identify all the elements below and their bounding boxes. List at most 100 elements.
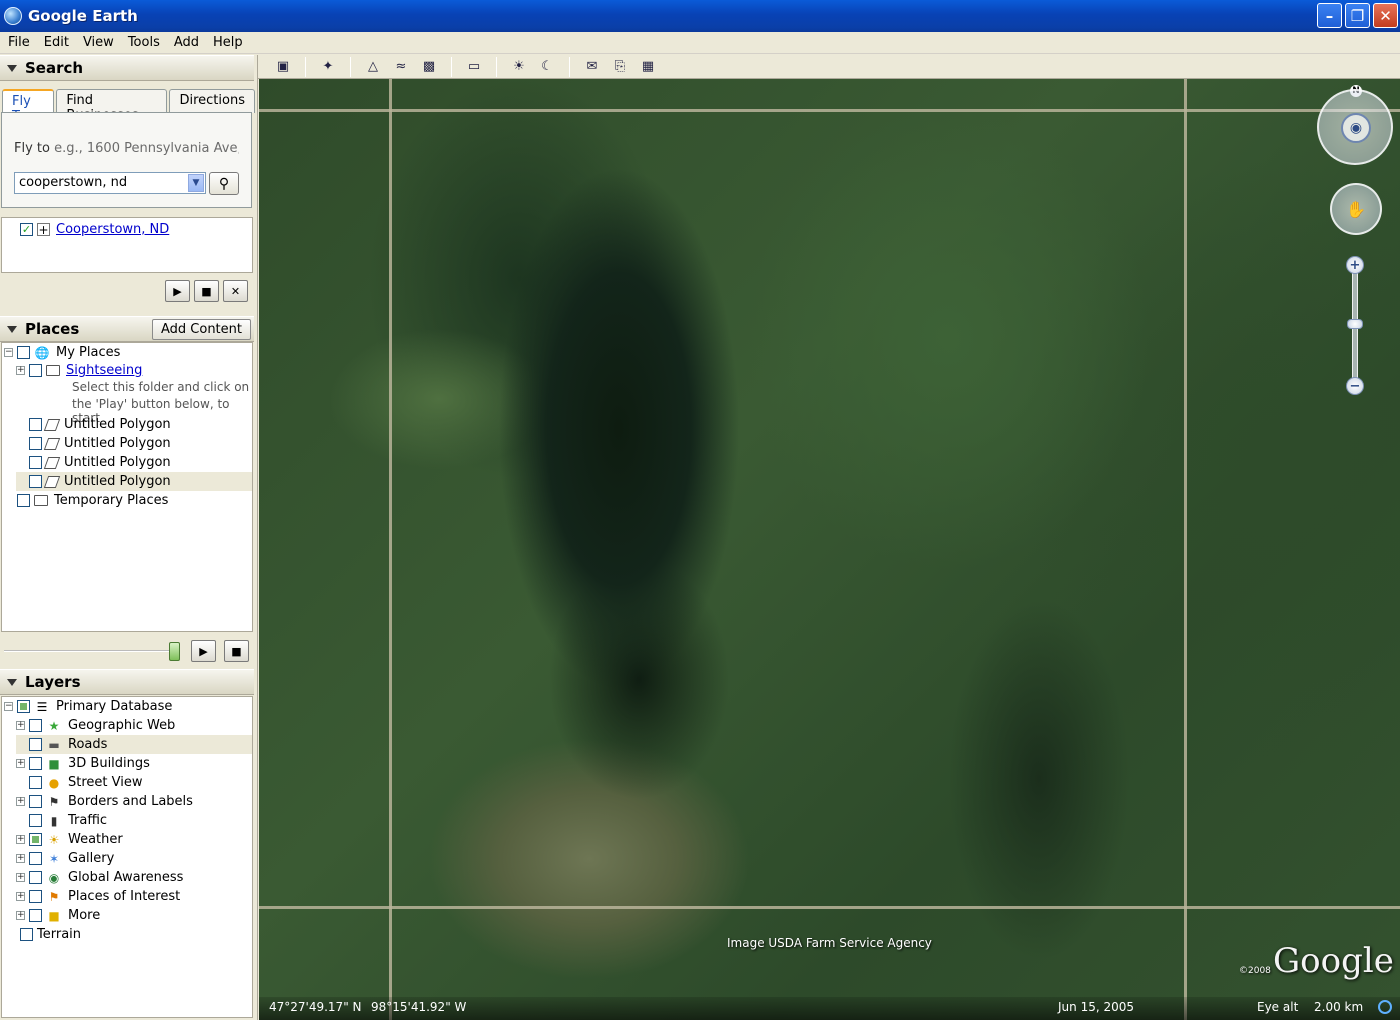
chevron-down-icon[interactable]: ▼ [188,174,204,192]
places-panel-header[interactable]: Places Add Content [0,316,254,342]
sidebar-toggle-icon[interactable]: ▣ [270,57,296,77]
collapse-triangle-icon[interactable] [7,325,17,333]
zoom-in-button[interactable]: + [1346,256,1364,274]
search-result-item[interactable]: ✓ + Cooperstown, ND [20,222,169,237]
expand-icon[interactable]: + [16,873,25,882]
layer-geographic-web[interactable]: + ★ Geographic Web [16,716,175,735]
checkbox-icon[interactable] [29,890,42,903]
checkbox-icon[interactable] [20,928,33,941]
fly-to-input[interactable]: cooperstown, nd ▼ [14,172,206,194]
expand-icon[interactable]: + [16,835,25,844]
menu-view[interactable]: View [79,35,118,50]
menu-tools[interactable]: Tools [124,35,164,50]
collapse-triangle-icon[interactable] [7,678,17,686]
stop-tour-button[interactable]: ■ [224,640,249,662]
look-control[interactable]: ◉ [1317,89,1393,165]
checkbox-icon[interactable] [29,364,42,377]
planet-icon[interactable]: ☾ [534,57,560,77]
tour-slider-track[interactable] [4,650,179,652]
result-link[interactable]: Cooperstown, ND [56,222,169,237]
tree-item-sightseeing[interactable]: + Sightseeing [16,361,142,380]
move-control[interactable]: ✋ [1330,183,1382,235]
tree-item-polygon-selected[interactable]: Untitled Polygon [16,472,252,491]
add-path-icon[interactable]: ≈ [388,57,414,77]
minimize-button[interactable]: – [1317,3,1342,28]
tree-item-polygon[interactable]: Untitled Polygon [16,415,171,434]
checkbox-checked-icon[interactable]: ✓ [20,223,33,236]
layer-more[interactable]: + ■ More [16,906,100,925]
clear-button[interactable]: ✕ [223,280,248,302]
zoom-out-button[interactable]: − [1346,377,1364,395]
tree-item-polygon[interactable]: Untitled Polygon [16,453,171,472]
zoom-slider-thumb[interactable] [1347,319,1363,329]
ruler-icon[interactable]: ▭ [461,57,487,77]
checkbox-icon[interactable] [29,437,42,450]
layer-traffic[interactable]: ▮ Traffic [16,811,107,830]
checkbox-icon[interactable] [29,795,42,808]
checkbox-icon[interactable] [29,757,42,770]
checkbox-icon[interactable] [29,871,42,884]
layers-panel-header[interactable]: Layers [0,669,254,695]
layer-roads[interactable]: ▬ Roads [16,735,252,754]
play-button[interactable]: ▶ [165,280,190,302]
close-button[interactable]: ✕ [1373,3,1398,28]
print-icon[interactable]: ⎘ [607,57,633,77]
tree-item-primary-database[interactable]: − ☰ Primary Database [4,697,172,716]
search-panel-header[interactable]: Search [0,55,254,81]
checkbox-partial-icon[interactable] [29,833,42,846]
add-polygon-icon[interactable]: △ [360,57,386,77]
eye-icon[interactable]: ◉ [1341,113,1371,143]
expand-icon[interactable]: + [16,366,25,375]
tree-item-my-places[interactable]: − 🌐 My Places [4,343,120,362]
add-overlay-icon[interactable]: ▩ [416,57,442,77]
layer-terrain[interactable]: Terrain [20,925,81,944]
add-content-button[interactable]: Add Content [151,319,251,340]
expand-icon[interactable]: + [16,892,25,901]
checkbox-icon[interactable] [17,346,30,359]
checkbox-icon[interactable] [29,456,42,469]
tree-label[interactable]: Sightseeing [66,363,142,378]
play-tour-button[interactable]: ▶ [191,640,216,662]
collapse-icon[interactable]: − [4,348,13,357]
tree-item-temporary-places[interactable]: Temporary Places [4,491,168,510]
checkbox-icon[interactable] [29,776,42,789]
layer-places-of-interest[interactable]: + ⚑ Places of Interest [16,887,180,906]
tab-fly-to[interactable]: Fly To [2,89,55,124]
expand-icon[interactable]: + [16,797,25,806]
checkbox-icon[interactable] [29,909,42,922]
menu-file[interactable]: File [4,35,34,50]
google-maps-icon[interactable]: ▦ [635,57,661,77]
tab-find-businesses[interactable]: Find Businesses [56,89,168,123]
expand-icon[interactable]: + [16,721,25,730]
checkbox-icon[interactable] [29,814,42,827]
checkbox-icon[interactable] [17,494,30,507]
expand-icon[interactable]: + [16,854,25,863]
email-icon[interactable]: ✉ [579,57,605,77]
layer-3d-buildings[interactable]: + ■ 3D Buildings [16,754,150,773]
layer-global-awareness[interactable]: + ◉ Global Awareness [16,868,183,887]
map-view[interactable]: N ◉ ✋ + − Image USDA Farm Service Agency… [259,79,1400,1020]
menu-edit[interactable]: Edit [40,35,73,50]
checkbox-icon[interactable] [29,418,42,431]
layer-weather[interactable]: + ☀ Weather [16,830,123,849]
tree-item-polygon[interactable]: Untitled Polygon [16,434,171,453]
add-placemark-icon[interactable]: ✦ [315,57,341,77]
menu-help[interactable]: Help [209,35,247,50]
layer-gallery[interactable]: + ✶ Gallery [16,849,114,868]
tab-directions[interactable]: Directions [169,89,255,113]
maximize-button[interactable]: ❐ [1345,3,1370,28]
checkbox-icon[interactable] [29,719,42,732]
tour-slider-thumb[interactable] [169,642,180,661]
menu-add[interactable]: Add [170,35,203,50]
checkbox-icon[interactable] [29,852,42,865]
layer-borders-labels[interactable]: + ⚑ Borders and Labels [16,792,193,811]
expand-icon[interactable]: + [16,911,25,920]
sunlight-icon[interactable]: ☀ [506,57,532,77]
checkbox-icon[interactable] [29,475,42,488]
search-button[interactable]: ⚲ [209,172,239,195]
stop-button[interactable]: ■ [194,280,219,302]
checkbox-icon[interactable] [29,738,42,751]
collapse-icon[interactable]: − [4,702,13,711]
collapse-triangle-icon[interactable] [7,64,17,72]
layer-street-view[interactable]: ● Street View [16,773,142,792]
